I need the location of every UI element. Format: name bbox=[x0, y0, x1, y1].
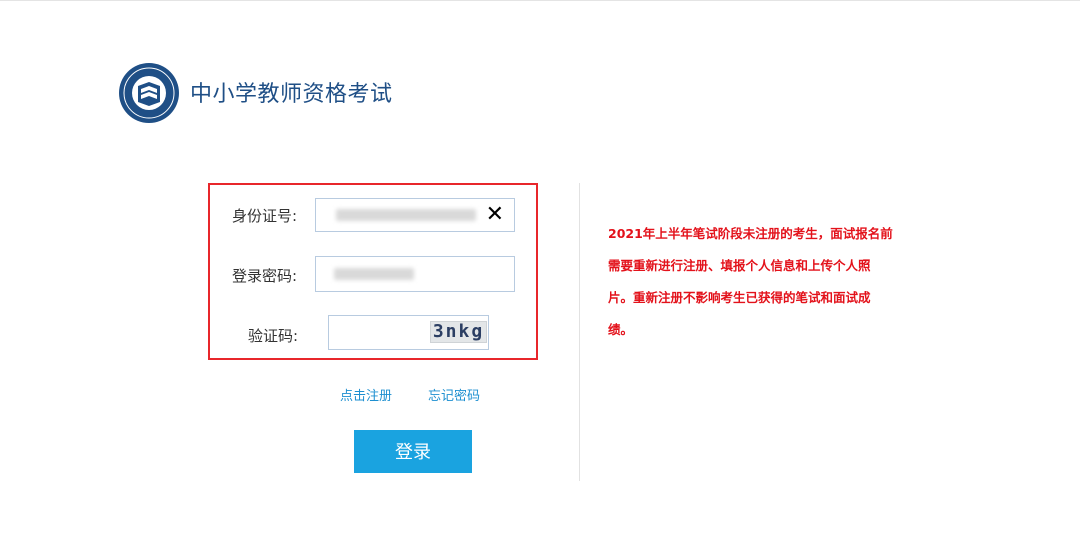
register-link[interactable]: 点击注册 bbox=[340, 385, 392, 404]
login-button[interactable]: 登录 bbox=[354, 430, 472, 473]
id-number-label: 身份证号: bbox=[232, 207, 298, 225]
password-input[interactable] bbox=[315, 256, 515, 292]
close-icon[interactable]: ✕ bbox=[486, 203, 504, 227]
id-number-input[interactable]: ✕ bbox=[315, 198, 515, 232]
notice-text: 2021年上半年笔试阶段未注册的考生，面试报名前需要重新进行注册、填报个人信息和… bbox=[608, 226, 893, 337]
top-divider bbox=[0, 0, 1080, 1]
vertical-divider bbox=[579, 183, 580, 481]
captcha-image[interactable]: 3nkg bbox=[430, 321, 487, 343]
password-value-redacted bbox=[334, 268, 414, 280]
captcha-label: 验证码: bbox=[248, 327, 299, 345]
id-number-value-redacted bbox=[336, 209, 476, 221]
forgot-password-link[interactable]: 忘记密码 bbox=[428, 385, 480, 404]
password-label: 登录密码: bbox=[232, 267, 298, 285]
exam-emblem-icon bbox=[119, 63, 179, 123]
site-title: 中小学教师资格考试 bbox=[190, 82, 393, 107]
